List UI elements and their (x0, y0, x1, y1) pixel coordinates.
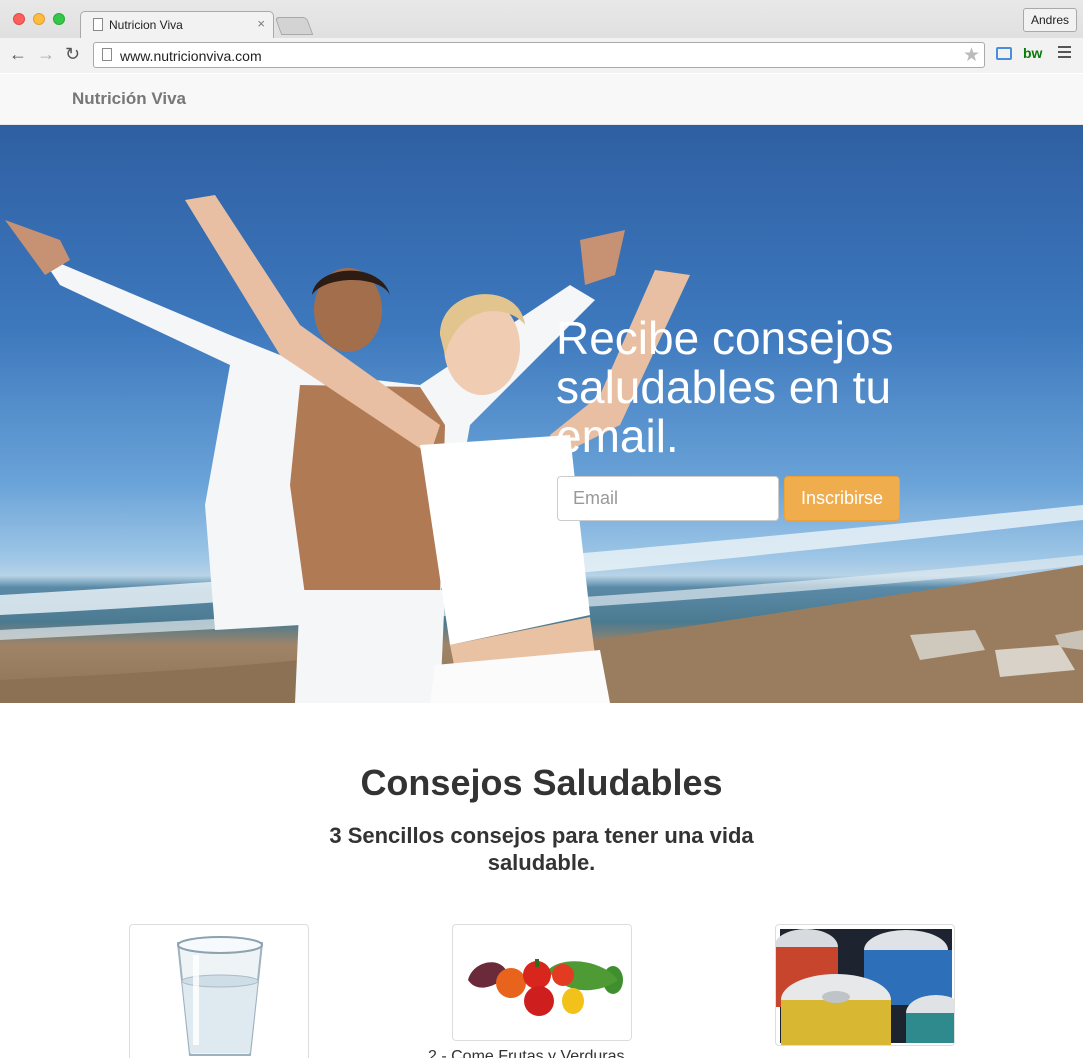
bw-extension-icon[interactable]: bw (1023, 45, 1042, 61)
soda-cans-image (775, 924, 955, 1046)
email-input[interactable] (557, 476, 779, 521)
section-title: Consejos Saludables (360, 762, 723, 803)
browser-chrome: Nutricion Viva × Andres ← → ↻ www.nutric… (0, 0, 1083, 73)
sand (0, 660, 300, 703)
page-icon (102, 48, 112, 61)
section-subtitle: 3 Sencillos consejos para tener una vida… (329, 823, 754, 875)
man-pants (295, 590, 445, 703)
zoom-window-button[interactable] (53, 13, 65, 25)
subscribe-button[interactable]: Inscribirse (784, 476, 900, 521)
man-hand-right (580, 230, 625, 285)
url-text[interactable]: www.nutricionviva.com (120, 48, 262, 64)
site-navbar: Nutrición Viva (0, 74, 1083, 125)
water-glass-image (129, 924, 309, 1058)
back-arrow-icon[interactable]: ← (9, 44, 27, 64)
close-window-button[interactable] (13, 13, 25, 25)
woman-top (420, 435, 590, 645)
cast-extension-icon[interactable] (996, 47, 1012, 60)
forward-arrow-icon[interactable]: → (37, 44, 55, 64)
new-tab-button[interactable] (274, 17, 314, 35)
browser-tab[interactable]: Nutricion Viva × (80, 11, 274, 38)
menu-icon[interactable] (1058, 46, 1071, 61)
tip-caption-2: 2 - Come Frutas y Verduras (428, 1048, 625, 1058)
address-bar[interactable]: www.nutricionviva.com ★ (93, 42, 985, 68)
close-tab-icon[interactable]: × (257, 16, 265, 31)
tab-title: Nutricion Viva (109, 18, 183, 32)
hero-title: Recibe consejos saludables en tu email. (556, 312, 894, 462)
bookmark-star-icon[interactable]: ★ (963, 44, 980, 67)
reload-icon[interactable]: ↻ (65, 44, 80, 64)
page-icon (93, 18, 103, 31)
hero-photo (0, 195, 1083, 703)
browser-toolbar: ← → ↻ www.nutricionviva.com ★ bw (0, 38, 1083, 73)
hero-section: Recibe consejos saludables en tu email. … (0, 125, 1083, 703)
tab-bar: Nutricion Viva × Andres (0, 0, 1083, 38)
fruits-vegetables-image (452, 924, 632, 1041)
profile-button[interactable]: Andres (1022, 8, 1077, 32)
brand-link[interactable]: Nutrición Viva (72, 89, 186, 109)
minimize-window-button[interactable] (33, 13, 45, 25)
